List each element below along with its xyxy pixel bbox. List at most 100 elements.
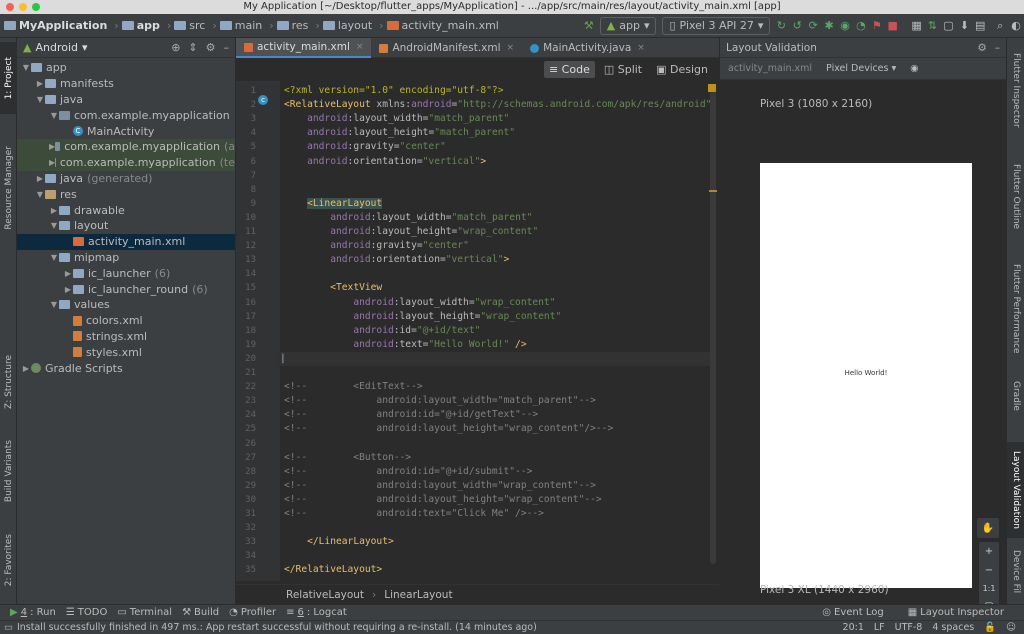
breadcrumb-file[interactable]: activity_main.xml (386, 19, 499, 32)
tool-layout-inspector[interactable]: ▦ Layout Inspector (908, 607, 1004, 618)
tab-project[interactable]: 1: Project (0, 42, 17, 114)
breadcrumb-layout[interactable]: layout (322, 19, 372, 32)
sync-gradle-icon[interactable]: ⇅ (927, 18, 939, 34)
debug-icon[interactable]: ✱ (823, 18, 835, 34)
code-line[interactable]: </LinearLayout> (284, 535, 394, 549)
tab-flutter-outline[interactable]: Flutter Outline (1007, 152, 1024, 242)
gear-icon[interactable]: ⚙ (977, 42, 986, 54)
device-preview[interactable]: Hello World! (760, 163, 972, 588)
code-line[interactable]: android:id="@+id/text" (284, 324, 480, 338)
code-line[interactable]: android:orientation="vertical"> (284, 155, 486, 169)
tree-item[interactable]: ▶ ic_launcher (6) (17, 265, 235, 281)
hammer-icon[interactable]: ⚒ (583, 18, 595, 34)
tree-item[interactable]: ▼ res (17, 186, 235, 202)
pan-button[interactable]: ✋ (977, 518, 999, 538)
device-category-select[interactable]: Pixel Devices ▾ (826, 63, 896, 74)
code-line[interactable]: android:text="Hello World!" /> (284, 338, 526, 352)
collapsed-arrow-icon[interactable]: ▶ (35, 174, 45, 183)
zoom-window-button[interactable] (32, 3, 40, 11)
tree-item[interactable]: strings.xml (17, 329, 235, 345)
code-line[interactable]: <!-- android:layout_height="wrap_content… (284, 493, 602, 507)
tree-item[interactable]: ▶ drawable (17, 202, 235, 218)
close-icon[interactable]: × (507, 43, 515, 53)
tool-todo[interactable]: ☰ TODO (66, 607, 108, 618)
code-line[interactable]: android:gravity="center" (284, 239, 469, 253)
breadcrumb-src[interactable]: src (174, 19, 205, 32)
code-line[interactable]: android:layout_height="wrap_content" (284, 310, 561, 324)
code-line[interactable]: <!-- android:text="Click Me" />--> (284, 507, 544, 521)
tool-logcat[interactable]: ≡ 6: Logcat (286, 607, 347, 618)
apply-changes-icon[interactable]: ↻ (775, 18, 787, 34)
status-message[interactable]: Install successfully finished in 497 ms.… (17, 622, 537, 633)
mode-design-button[interactable]: ▣ Design (651, 61, 713, 78)
code-line[interactable]: </RelativeLayout> (284, 563, 382, 577)
editor-tab[interactable]: activity_main.xml × (236, 38, 372, 58)
tool-run[interactable]: ▶ 4: Run (10, 607, 56, 618)
tree-item[interactable]: ▼ mipmap (17, 250, 235, 266)
tool-build[interactable]: ⚒ Build (182, 607, 219, 618)
breadcrumb-linearlayout[interactable]: LinearLayout (384, 589, 452, 601)
apply-code-changes-icon[interactable]: ↺ (791, 18, 803, 34)
code-area[interactable]: <?xml version="1.0" encoding="utf-8"?> <R… (276, 81, 711, 581)
code-line[interactable]: android:layout_width="match_parent" (284, 112, 509, 126)
gear-icon[interactable]: ⚙ (206, 41, 216, 54)
code-line[interactable]: <!-- android:id="@+id/submit"--> (284, 465, 532, 479)
tree-item[interactable]: activity_main.xml (17, 233, 235, 250)
layout-inspector-icon[interactable]: ▦ (911, 18, 923, 34)
minimize-window-button[interactable] (19, 3, 27, 11)
code-line[interactable]: <!-- android:layout_width="match_parent"… (284, 394, 596, 408)
tree-item[interactable]: colors.xml (17, 313, 235, 329)
class-gutter-icon[interactable]: c (258, 95, 268, 105)
tab-favorites[interactable]: 2: Favorites (0, 524, 17, 596)
line-number-gutter[interactable]: c 1 2 3 4 5 6 7 8 9 10 11 12 13 14 15 16 17 18 19 20 21 22 23 2… (236, 81, 280, 581)
code-line[interactable]: <!-- <Button--> (284, 451, 411, 465)
device-manager-icon[interactable]: ▤ (974, 18, 986, 34)
lock-icon[interactable]: 🔓 (984, 622, 996, 633)
tab-resource-manager[interactable]: Resource Manager (0, 128, 17, 248)
profile-icon[interactable]: ◔ (855, 18, 867, 34)
tab-device-file-explorer[interactable]: Device Fil (1007, 544, 1024, 600)
editor-tab[interactable]: AndroidManifest.xml × (371, 38, 522, 58)
tree-item[interactable]: ▼ java (17, 92, 235, 108)
locate-icon[interactable]: ⊕ (171, 41, 180, 54)
tree-item[interactable]: ▶ manifests (17, 76, 235, 92)
assistant-icon[interactable]: ◐ (1010, 18, 1022, 34)
avd-manager-icon[interactable]: ▢ (942, 18, 954, 34)
tree-item[interactable]: ▼ values (17, 297, 235, 313)
tool-terminal[interactable]: ▭ Terminal (117, 607, 172, 618)
tab-gradle[interactable]: Gradle (1007, 374, 1024, 418)
tree-item[interactable]: ▼ app (17, 60, 235, 76)
expanded-arrow-icon[interactable]: ▼ (49, 300, 59, 309)
breadcrumb-main[interactable]: main (219, 19, 262, 32)
hide-icon[interactable]: – (995, 42, 1000, 54)
device-select[interactable]: ▯ Pixel 3 API 27 ▾ (662, 16, 771, 35)
code-line[interactable]: android:orientation="vertical"> (284, 253, 509, 267)
close-icon[interactable]: × (356, 42, 364, 52)
tab-layout-validation[interactable]: Layout Validation (1007, 442, 1024, 538)
scroll-marker[interactable] (709, 190, 717, 192)
tree-item[interactable]: ▼ layout (17, 218, 235, 234)
sdk-manager-icon[interactable]: ⬇ (958, 18, 970, 34)
expanded-arrow-icon[interactable]: ▼ (49, 253, 59, 262)
code-line[interactable]: | (276, 351, 710, 366)
eye-icon[interactable]: ◉ (910, 63, 918, 74)
code-line[interactable]: <!-- <EditText--> (284, 380, 423, 394)
hide-icon[interactable]: – (224, 41, 230, 54)
code-line[interactable]: android:layout_height="wrap_content" (284, 225, 538, 239)
tool-profiler[interactable]: ◔ Profiler (229, 607, 276, 618)
code-line[interactable]: android:gravity="center" (284, 140, 446, 154)
rerun-icon[interactable]: ⟳ (807, 18, 819, 34)
expanded-arrow-icon[interactable]: ▼ (49, 111, 59, 120)
editor-scrollbar[interactable] (710, 84, 716, 564)
expanded-arrow-icon[interactable]: ▼ (35, 95, 45, 104)
tree-item[interactable]: ▶ Gradle Scripts (17, 360, 235, 376)
code-line[interactable]: <?xml version="1.0" encoding="utf-8"?> (284, 84, 504, 98)
close-window-button[interactable] (6, 3, 14, 11)
collapsed-arrow-icon[interactable]: ▶ (35, 79, 45, 88)
tree-item[interactable]: C MainActivity (17, 123, 235, 139)
stop-icon[interactable]: ■ (887, 18, 899, 34)
warning-indicator-icon[interactable] (708, 84, 716, 92)
tree-item[interactable]: ▼ com.example.myapplication (17, 107, 235, 123)
expanded-arrow-icon[interactable]: ▼ (35, 190, 45, 199)
code-line[interactable]: <TextView (284, 281, 382, 295)
